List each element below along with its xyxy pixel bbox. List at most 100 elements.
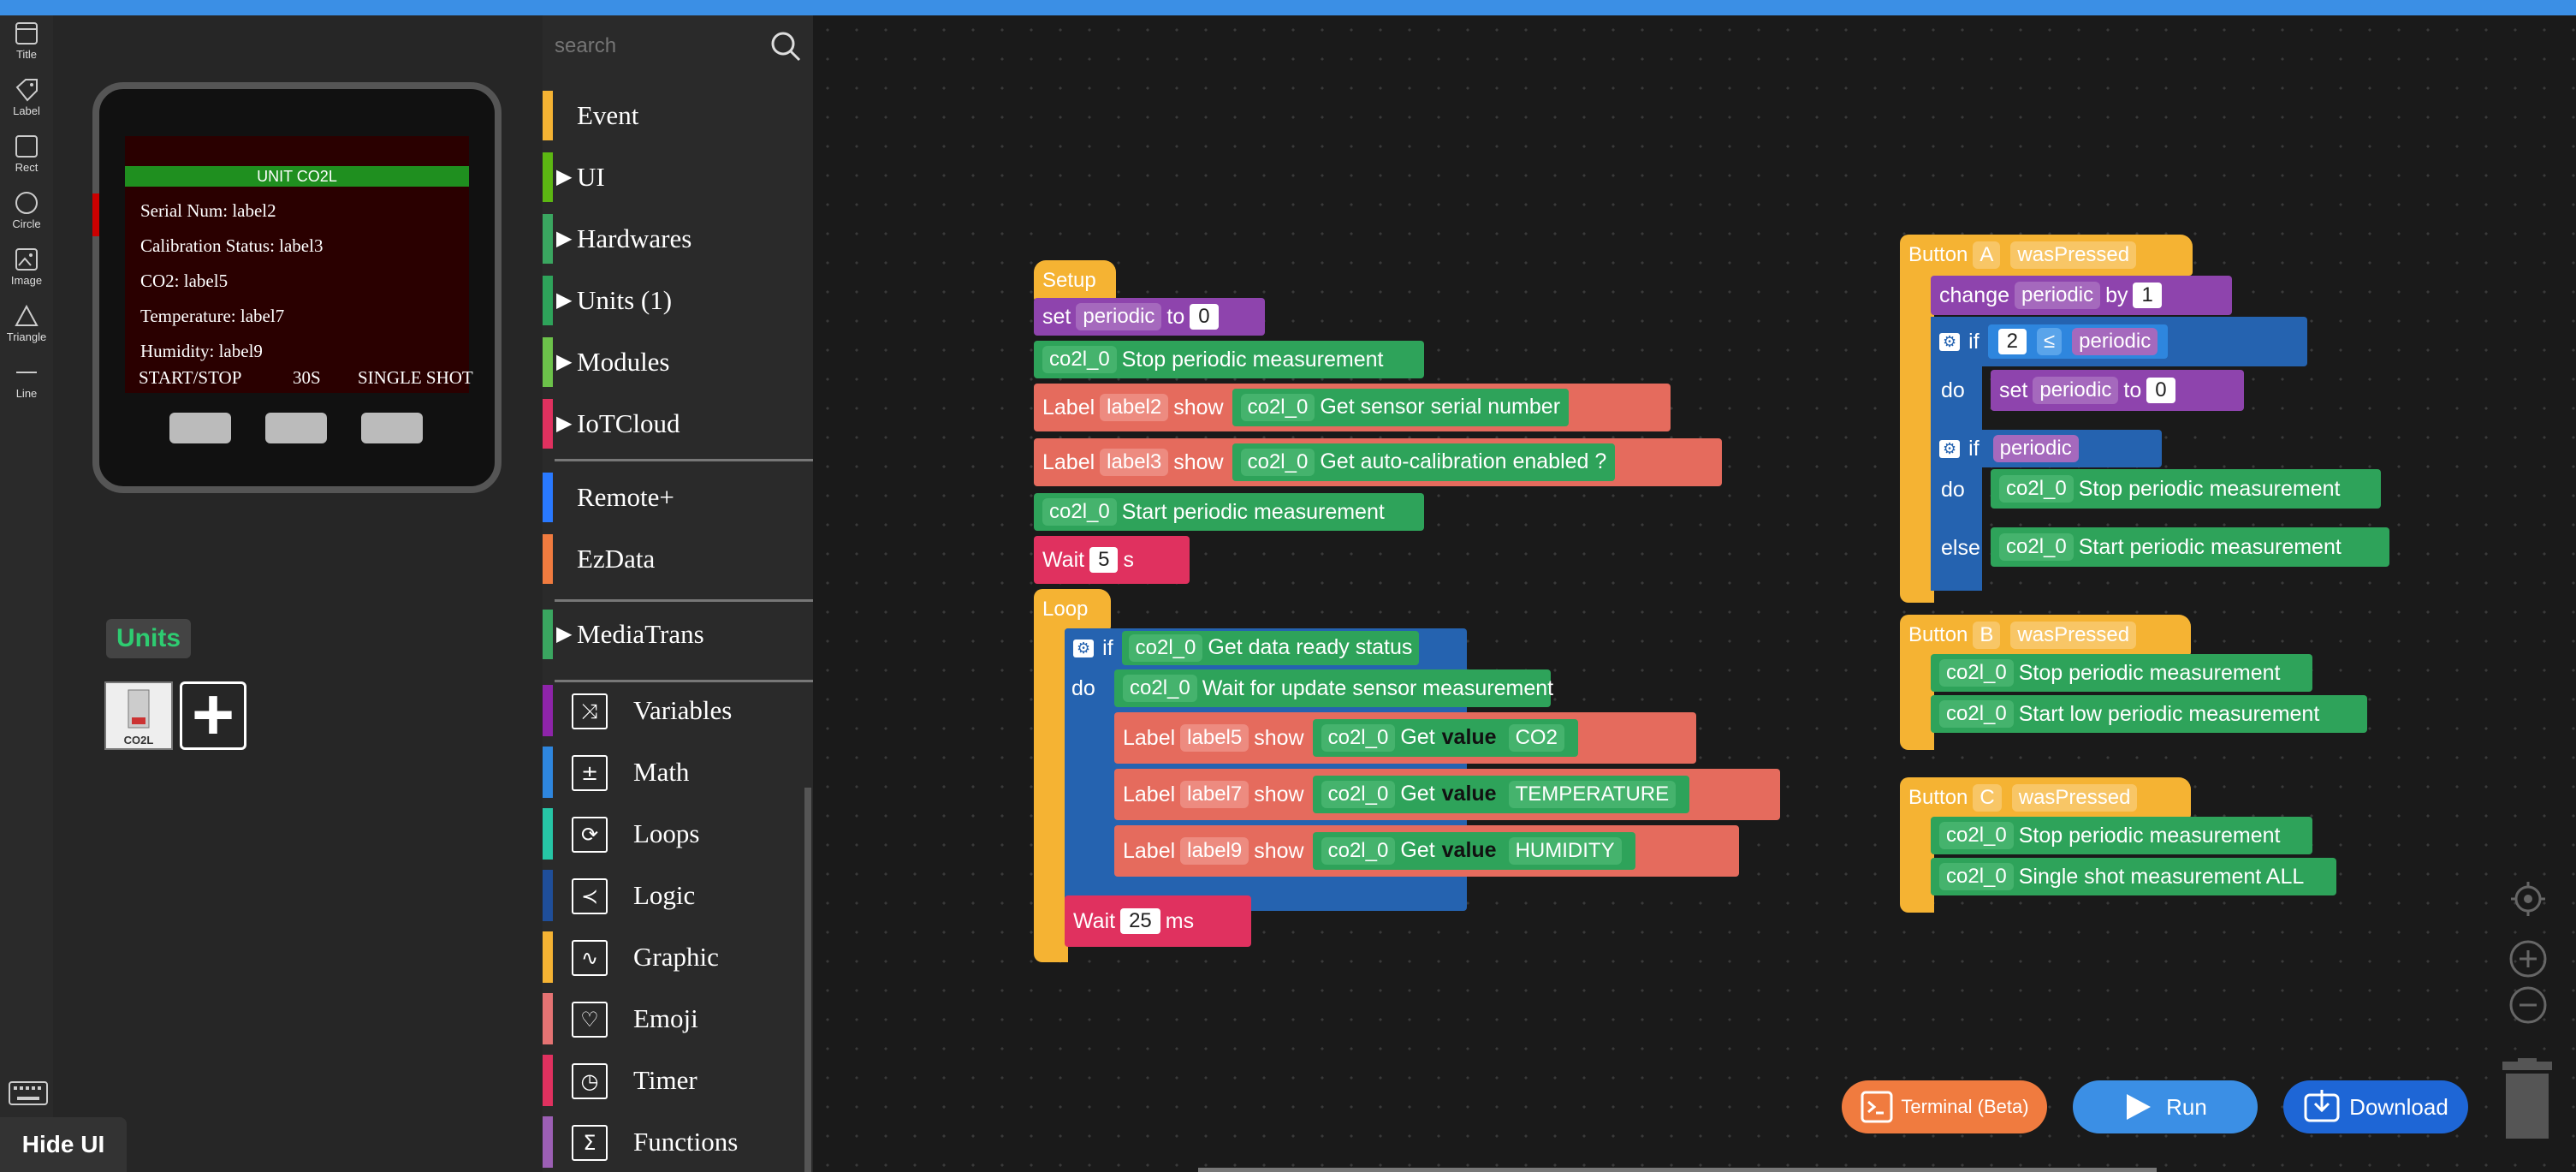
keyboard-icon[interactable] (9, 1081, 48, 1105)
start-periodic-block[interactable]: co2l_0 Start periodic measurement (1034, 493, 1424, 531)
tool-label[interactable]: Label (3, 74, 50, 127)
label-dropdown[interactable]: label9 (1180, 837, 1249, 865)
workspace-scrollbar[interactable] (1198, 1168, 2157, 1172)
number-input[interactable]: 0 (2146, 378, 2175, 403)
label-dropdown[interactable]: label7 (1180, 781, 1249, 808)
number-input[interactable]: 5 (1089, 547, 1119, 573)
run-button[interactable]: Run (2073, 1080, 2258, 1133)
screen-label-co2[interactable]: CO2: label5 (140, 271, 228, 292)
set-periodic-zero-block[interactable]: set periodic to 0 (1991, 370, 2244, 411)
number-input[interactable]: 0 (1190, 304, 1219, 330)
terminal-button[interactable]: Terminal (Beta) (1842, 1080, 2047, 1133)
start-low-periodic-block[interactable]: co2l_0 Start low periodic measurement (1931, 695, 2367, 733)
category-hardwares[interactable]: ▶ Hardwares (543, 214, 813, 264)
category-graphic[interactable]: ∿ Graphic (543, 931, 813, 983)
unit-dropdown[interactable]: co2l_0 (1939, 863, 2014, 890)
category-timer[interactable]: ◷ Timer (543, 1055, 813, 1106)
unit-dropdown[interactable]: co2l_0 (1939, 822, 2014, 849)
unit-dropdown[interactable]: co2l_0 (1042, 498, 1117, 526)
wait-seconds-block[interactable]: Wait 5 s (1034, 536, 1190, 584)
category-units-1[interactable]: ▶ Units (1) (543, 276, 813, 325)
category-loops[interactable]: ⟳ Loops (543, 808, 813, 860)
category-logic[interactable]: ≺ Logic (543, 870, 813, 921)
stop-periodic-block[interactable]: co2l_0 Stop periodic measurement (1931, 654, 2312, 692)
hide-ui-button[interactable]: Hide UI (0, 1117, 127, 1172)
if-periodic-block[interactable]: ⚙ if periodic (1931, 430, 2162, 467)
screen-label-btn-c[interactable]: SINGLE SHOT (358, 367, 473, 389)
screen-title[interactable]: UNIT CO2L (125, 166, 469, 187)
recenter-icon[interactable] (2509, 880, 2547, 918)
gear-icon[interactable]: ⚙ (1939, 439, 1961, 458)
wait-update-block[interactable]: co2l_0 Wait for update sensor measuremen… (1114, 669, 1553, 707)
number-input[interactable]: 2 (1997, 329, 2027, 354)
unit-dropdown[interactable]: co2l_0 (1999, 475, 2074, 503)
trash-icon[interactable] (2497, 1058, 2557, 1144)
value-dropdown[interactable]: CO2 (1508, 724, 1564, 752)
category-mediatrans[interactable]: ▶ MediaTrans (543, 610, 813, 659)
device-button-c[interactable] (361, 413, 423, 443)
unit-dropdown[interactable]: co2l_0 (1128, 634, 1203, 662)
event-dropdown[interactable]: wasPressed (2010, 241, 2137, 269)
unit-dropdown[interactable]: co2l_0 (1042, 346, 1117, 373)
category-math[interactable]: ± Math (543, 747, 813, 798)
category-iotcloud[interactable]: ▶ IoTCloud (543, 399, 813, 449)
category-variables[interactable]: ⤨ Variables (543, 685, 813, 736)
category-functions[interactable]: Σ Functions (543, 1116, 813, 1168)
zoom-out-icon[interactable] (2509, 986, 2547, 1024)
tool-title[interactable]: Title (3, 17, 50, 70)
set-periodic-block[interactable]: set periodic to 0 (1034, 298, 1265, 336)
download-button[interactable]: Download (2283, 1080, 2468, 1133)
gear-icon[interactable]: ⚙ (1073, 639, 1095, 657)
wait-ms-block[interactable]: Wait 25 ms (1065, 895, 1251, 947)
var-dropdown[interactable]: periodic (1076, 303, 1162, 330)
number-input[interactable]: 1 (2133, 283, 2162, 308)
stop-periodic-block[interactable]: co2l_0 Stop periodic measurement (1991, 469, 2381, 509)
number-input[interactable]: 25 (1120, 908, 1160, 934)
unit-co2l-thumbnail[interactable]: CO2L (104, 681, 173, 750)
label-show-temperature-block[interactable]: Label label7 show co2l_0 Get value TEMPERAT… (1114, 769, 1780, 820)
var-dropdown[interactable]: periodic (2072, 328, 2158, 355)
value-dropdown[interactable]: HUMIDITY (1508, 837, 1622, 865)
label-show-autocal-block[interactable]: Label label3 show co2l_0 Get auto-calibra… (1034, 438, 1722, 486)
screen-label-humidity[interactable]: Humidity: label9 (140, 341, 263, 362)
unit-dropdown[interactable]: co2l_0 (1939, 659, 2014, 687)
stop-periodic-block[interactable]: co2l_0 Stop periodic measurement (1931, 817, 2312, 854)
tool-line[interactable]: Line (3, 356, 50, 409)
search-icon[interactable] (769, 29, 803, 63)
var-dropdown[interactable]: periodic (2015, 282, 2101, 309)
tool-triangle[interactable]: Triangle (3, 300, 50, 353)
zoom-in-icon[interactable] (2509, 940, 2547, 978)
device-screen[interactable]: UNIT CO2L Serial Num: label2 Calibration… (125, 136, 473, 393)
unit-dropdown[interactable]: co2l_0 (1939, 700, 2014, 728)
button-dropdown[interactable]: A (1973, 241, 2001, 269)
label-dropdown[interactable]: label3 (1100, 449, 1169, 476)
category-emoji[interactable]: ♡ Emoji (543, 993, 813, 1044)
label-show-co2-block[interactable]: Label label5 show co2l_0 Get value CO2 (1114, 712, 1696, 764)
label-dropdown[interactable]: label2 (1100, 394, 1169, 421)
label-dropdown[interactable]: label5 (1180, 724, 1249, 752)
start-periodic-block[interactable]: co2l_0 Start periodic measurement (1991, 527, 2389, 567)
label-show-serial-block[interactable]: Label label2 show co2l_0 Get sensor seria… (1034, 384, 1671, 431)
tool-image[interactable]: Image (3, 243, 50, 296)
unit-dropdown[interactable]: co2l_0 (1321, 837, 1396, 865)
event-dropdown[interactable]: wasPressed (2011, 784, 2138, 812)
category-event[interactable]: Event (543, 91, 813, 140)
unit-dropdown[interactable]: co2l_0 (1240, 449, 1315, 476)
button-c-block[interactable]: Button C wasPressed (1900, 777, 2191, 818)
value-dropdown[interactable]: TEMPERATURE (1508, 781, 1677, 808)
loop-block[interactable]: Loop (1034, 589, 1111, 630)
gear-icon[interactable]: ⚙ (1939, 332, 1961, 351)
label-show-humidity-block[interactable]: Label label9 show co2l_0 Get value HUMIDITY (1114, 825, 1739, 877)
block-workspace[interactable]: Setup set periodic to 0 co2l_0 Stop peri… (813, 15, 2576, 1172)
search-input[interactable] (555, 29, 760, 63)
tool-rect[interactable]: Rect (3, 130, 50, 183)
if-compare-block[interactable]: ⚙ if 2 ≤ periodic (1931, 317, 2307, 366)
category-ezdata[interactable]: EzData (543, 534, 813, 584)
single-shot-block[interactable]: co2l_0 Single shot measurement ALL (1931, 858, 2336, 895)
operator-dropdown[interactable]: ≤ (2037, 328, 2063, 355)
var-dropdown[interactable]: periodic (1992, 435, 2079, 462)
loop-block-frame[interactable] (1034, 589, 1068, 962)
device-button-b[interactable] (265, 413, 327, 443)
add-unit-button[interactable]: + (180, 678, 246, 752)
if-data-ready-block[interactable]: ⚙ if co2l_0 Get data ready status (1065, 628, 1463, 668)
